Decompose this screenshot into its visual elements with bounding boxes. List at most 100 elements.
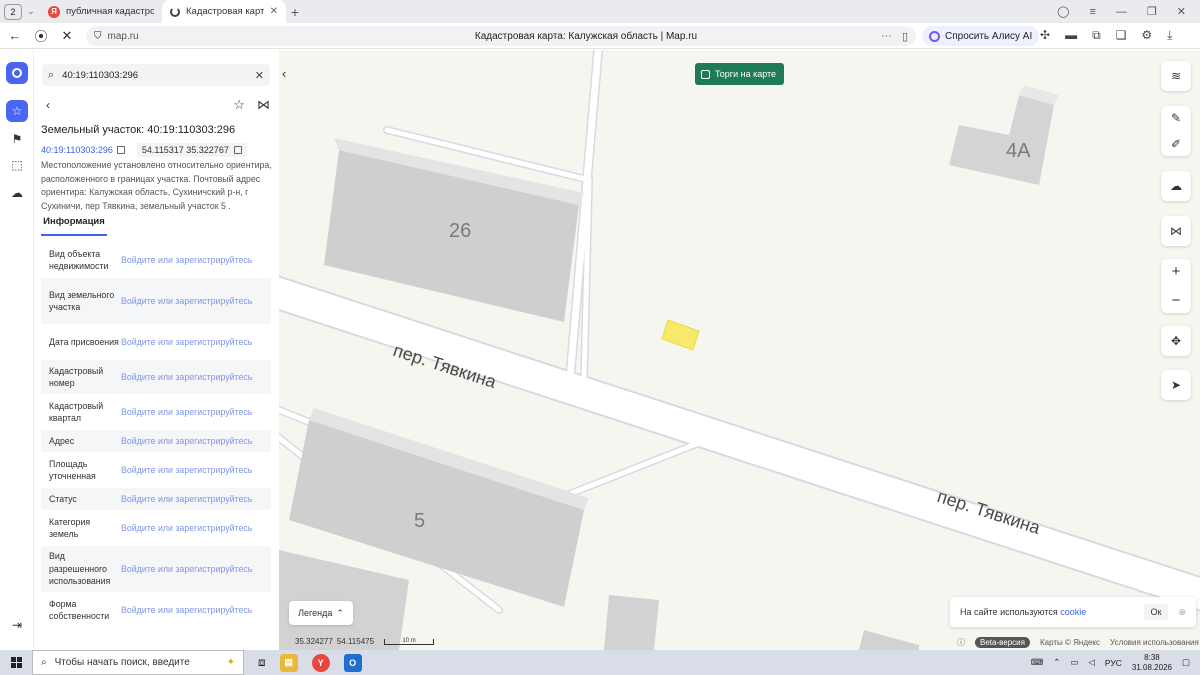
flag-icon[interactable]: ⚑ — [6, 128, 28, 150]
profile-icon[interactable]: ◯ — [1057, 5, 1069, 18]
cookie-link[interactable]: cookie — [1060, 607, 1086, 617]
login-link[interactable]: Войдите или зарегистрируйтесь — [121, 371, 252, 384]
new-tab-button[interactable]: + — [286, 4, 304, 20]
bookmark-icon[interactable]: ▯ — [902, 30, 908, 43]
geolocate-button[interactable]: ➤ — [1161, 370, 1191, 400]
extension-icon[interactable]: ✣ — [1040, 28, 1050, 43]
beta-badge: Beta-версия — [975, 637, 1030, 648]
share-map-button[interactable]: ⋈ — [1161, 216, 1191, 246]
login-link[interactable]: Войдите или зарегистрируйтесь — [121, 295, 252, 308]
copy-icon[interactable] — [233, 146, 242, 154]
scale-bar: 10 m — [384, 638, 435, 645]
info-icon[interactable]: ⓘ — [957, 637, 965, 648]
login-link[interactable]: Войдите или зарегистрируйтесь — [121, 604, 252, 617]
plot-identifiers: 40:19:110303:296 54.115317 35.322767 — [41, 143, 247, 157]
browser-tab-active[interactable]: Кадастровая карта: Ка ✕ — [162, 0, 286, 23]
select-area-icon[interactable]: ⬚ — [6, 154, 28, 176]
search-icon: ⌕ — [41, 657, 47, 668]
yandex-favicon-icon: Я — [48, 5, 60, 18]
url-field[interactable]: ⛉ map.ru Кадастровая карта: Калужская об… — [86, 26, 916, 46]
keyboard-icon[interactable]: ⌨ — [1031, 657, 1043, 668]
move-button[interactable]: ✥ — [1161, 326, 1191, 356]
share-icon[interactable]: ⋈ — [257, 97, 270, 113]
map-canvas[interactable]: 26 4А 5 пер. Тявкина пер. Тявкина ‹ Торг… — [279, 50, 1200, 650]
tab-information[interactable]: Информация — [41, 216, 107, 236]
clock[interactable]: 8:38 31.08.2026 — [1132, 653, 1172, 673]
torgi-toggle[interactable]: Торги на карте — [695, 63, 784, 85]
clear-icon[interactable]: ✕ — [255, 69, 264, 82]
login-link[interactable]: Войдите или зарегистрируйтесь — [121, 464, 252, 477]
search-input[interactable] — [62, 69, 247, 81]
network-icon[interactable]: ▭ — [1070, 657, 1078, 668]
volume-icon[interactable]: ◁ — [1088, 657, 1095, 668]
notifications-icon[interactable]: ▢ — [1182, 657, 1190, 668]
table-row: Вид земельного участка Войдите или зареги… — [41, 278, 271, 324]
cookie-banner: На сайте используются cookie Ок ⊗ — [950, 597, 1196, 627]
login-icon[interactable]: ⇥ — [6, 614, 28, 636]
login-link[interactable]: Войдите или зарегистрируйтесь — [121, 493, 252, 506]
menu-icon[interactable]: ≡ — [1089, 6, 1095, 18]
cloud-icon[interactable]: ☁ — [6, 182, 28, 204]
login-link[interactable]: Войдите или зарегистрируйтесь — [121, 522, 252, 535]
favorites-icon[interactable]: ☆ — [6, 100, 28, 122]
edit-icon[interactable]: ✐ — [1171, 137, 1181, 151]
minimize-icon[interactable]: — — [1116, 6, 1127, 18]
copy-icon[interactable] — [116, 146, 125, 154]
back-arrow-icon[interactable]: ← — [4, 28, 26, 43]
ruler-icon[interactable]: ✎ — [1171, 111, 1181, 125]
upload-button[interactable]: ☁ — [1161, 171, 1191, 201]
chevron-down-icon[interactable]: ⌄ — [22, 6, 40, 17]
zoom-controls: + − — [1161, 259, 1191, 313]
stop-loading-icon[interactable]: ✕ — [56, 28, 78, 44]
download-icon[interactable]: ⤓ — [1167, 28, 1172, 43]
ask-alice-button[interactable]: Спросить Алису AI — [922, 26, 1040, 46]
protect-icon[interactable]: ⦿ — [30, 26, 52, 45]
close-icon[interactable]: ✕ — [270, 6, 278, 17]
language-indicator[interactable]: РУС — [1105, 658, 1122, 668]
legend-button[interactable]: Легенда ⌃ — [289, 601, 353, 625]
row-key: Форма собственности — [49, 598, 110, 622]
more-icon[interactable]: ··· — [881, 30, 892, 43]
sparkle-icon: ✦ — [226, 657, 235, 668]
login-link[interactable]: Войдите или зарегистрируйтесь — [121, 336, 252, 349]
collections-icon[interactable]: ❏ — [1116, 28, 1127, 43]
file-explorer-icon[interactable]: ▤ — [279, 653, 298, 672]
wallet-icon[interactable]: ▬ — [1065, 28, 1077, 43]
tray-overflow-icon[interactable]: ⌃ — [1053, 657, 1060, 668]
zoom-out-icon[interactable]: − — [1172, 292, 1181, 309]
coordinates-chip[interactable]: 54.115317 35.322767 — [136, 143, 247, 157]
zoom-in-icon[interactable]: + — [1172, 263, 1181, 280]
layers-button[interactable]: ≋ — [1161, 61, 1191, 91]
tab-label: публичная кадастровая к — [66, 6, 154, 17]
clock-time: 8:38 — [1144, 652, 1160, 662]
mapru-logo-icon[interactable] — [6, 62, 28, 84]
clock-date: 31.08.2026 — [1131, 662, 1172, 672]
puzzle-icon[interactable]: ⧉ — [1092, 28, 1101, 43]
cadastral-number-link[interactable]: 40:19:110303:296 — [41, 145, 113, 155]
terms-link[interactable]: Условия использования — [1110, 638, 1199, 647]
vpn-icon[interactable]: ⚙ — [1141, 28, 1152, 43]
torgi-label: Торги на карте — [715, 69, 777, 79]
cookie-ok-button[interactable]: Ок — [1143, 604, 1169, 620]
login-link[interactable]: Войдите или зарегистрируйтесь — [121, 563, 252, 576]
star-icon[interactable]: ☆ — [233, 97, 245, 113]
tab-count-button[interactable]: 2 — [4, 3, 22, 20]
login-link[interactable]: Войдите или зарегистрируйтесь — [121, 435, 252, 448]
restore-icon[interactable]: ❐ — [1147, 5, 1157, 18]
close-icon[interactable]: ⊗ — [1178, 607, 1186, 618]
outlook-icon[interactable]: O — [343, 653, 362, 672]
taskbar-search[interactable]: ⌕ Чтобы начать поиск, введите ✦ — [32, 650, 244, 675]
close-window-icon[interactable]: ✕ — [1177, 5, 1186, 18]
alice-label: Спросить Алису AI — [945, 30, 1033, 42]
login-link[interactable]: Войдите или зарегистрируйтесь — [121, 406, 252, 419]
taskbar-apps: ⧈ ▤ Y O — [258, 653, 362, 672]
collapse-panel-icon[interactable]: ‹ — [282, 66, 286, 81]
task-view-icon[interactable]: ⧈ — [258, 655, 266, 670]
table-row: Форма собственности Войдите или зарегистр… — [41, 592, 271, 628]
login-link[interactable]: Войдите или зарегистрируйтесь — [121, 254, 252, 267]
windows-start-icon[interactable] — [0, 657, 32, 668]
alice-icon — [929, 30, 940, 42]
back-icon[interactable]: ‹ — [46, 98, 50, 112]
yandex-browser-icon[interactable]: Y — [311, 653, 330, 672]
browser-tab[interactable]: Я публичная кадастровая к — [40, 0, 162, 23]
